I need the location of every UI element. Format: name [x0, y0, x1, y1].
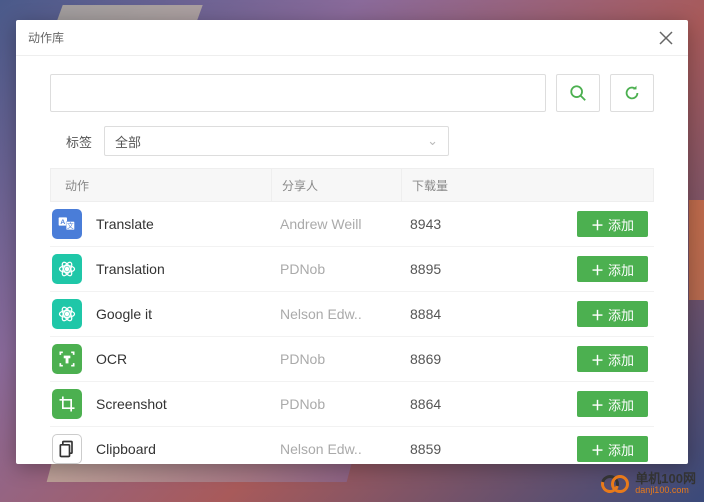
add-button[interactable]: ＋添加 [577, 301, 648, 327]
chevron-down-icon: ⌄ [427, 133, 438, 149]
cell-action: Screenshot [50, 389, 270, 419]
cell-downloads: 8859 [400, 441, 520, 457]
watermark-en: danji100.com [635, 486, 696, 496]
refresh-button[interactable] [610, 74, 654, 112]
action-table: 动作 分享人 下载量 A文 Translate Andrew Weill8943 ＋添… [16, 168, 688, 464]
cell-add: ＋添加 [520, 211, 654, 237]
add-button[interactable]: ＋添加 [577, 436, 648, 462]
add-button[interactable]: ＋添加 [577, 211, 648, 237]
action-name: Translate [96, 216, 154, 232]
cell-sharer: PDNob [270, 396, 400, 412]
header-sharer: 分享人 [271, 169, 401, 201]
tag-select-value: 全部 [115, 132, 141, 151]
add-button[interactable]: ＋添加 [577, 256, 648, 282]
action-icon [52, 299, 82, 329]
cell-action: A文 Translate [50, 209, 270, 239]
action-name: Google it [96, 306, 152, 322]
action-name: Translation [96, 261, 165, 277]
svg-text:文: 文 [67, 221, 74, 230]
cell-downloads: 8864 [400, 396, 520, 412]
header-downloads: 下载量 [401, 169, 521, 201]
close-icon [659, 31, 673, 45]
refresh-icon [623, 84, 641, 102]
cell-add: ＋添加 [520, 301, 654, 327]
plus-icon: ＋ [591, 305, 604, 324]
cell-add: ＋添加 [520, 436, 654, 462]
search-row [16, 56, 688, 126]
action-icon [52, 434, 82, 464]
close-button[interactable] [656, 28, 676, 48]
cell-action: Google it [50, 299, 270, 329]
svg-text:T: T [64, 354, 69, 364]
plus-icon: ＋ [591, 395, 604, 414]
action-icon [52, 254, 82, 284]
cell-add: ＋添加 [520, 256, 654, 282]
action-icon: A文 [52, 209, 82, 239]
tag-select[interactable]: 全部 ⌄ [104, 126, 449, 156]
action-name: OCR [96, 351, 127, 367]
titlebar: 动作库 [16, 20, 688, 56]
cell-downloads: 8895 [400, 261, 520, 277]
cell-sharer: PDNob [270, 261, 400, 277]
plus-icon: ＋ [591, 440, 604, 459]
watermark: 单机100网 danji100.com [601, 472, 696, 496]
table-header: 动作 分享人 下载量 [50, 168, 654, 202]
search-icon [569, 84, 587, 102]
table-row: A文 Translate Andrew Weill8943 ＋添加 [50, 202, 654, 247]
action-library-window: 动作库 标签 全部 ⌄ 动作 分享人 下载量 A文 Translate Andrew… [16, 20, 688, 464]
add-button[interactable]: ＋添加 [577, 391, 648, 417]
cell-downloads: 8869 [400, 351, 520, 367]
cell-add: ＋添加 [520, 391, 654, 417]
watermark-cn: 单机100网 [635, 472, 696, 486]
cell-sharer: Nelson Edw.. [270, 441, 400, 457]
cell-sharer: Nelson Edw.. [270, 306, 400, 322]
table-row: Screenshot PDNob8864 ＋添加 [50, 382, 654, 427]
action-icon [52, 389, 82, 419]
cell-add: ＋添加 [520, 346, 654, 372]
plus-icon: ＋ [591, 260, 604, 279]
action-icon: T [52, 344, 82, 374]
table-row: Google it Nelson Edw..8884 ＋添加 [50, 292, 654, 337]
table-row: T OCR PDNob8869 ＋添加 [50, 337, 654, 382]
search-input[interactable] [50, 74, 546, 112]
cell-action: Translation [50, 254, 270, 284]
cell-downloads: 8884 [400, 306, 520, 322]
search-button[interactable] [556, 74, 600, 112]
add-button[interactable]: ＋添加 [577, 346, 648, 372]
tag-label: 标签 [66, 132, 92, 151]
cell-action: Clipboard [50, 434, 270, 464]
plus-icon: ＋ [591, 215, 604, 234]
action-name: Screenshot [96, 396, 167, 412]
table-body: A文TranslateAndrew Weill8943＋添加Translatio… [50, 202, 654, 464]
plus-icon: ＋ [591, 350, 604, 369]
cell-sharer: PDNob [270, 351, 400, 367]
svg-text:A: A [60, 219, 65, 226]
cell-downloads: 8943 [400, 216, 520, 232]
cell-action: T OCR [50, 344, 270, 374]
table-row: Clipboard Nelson Edw..8859 ＋添加 [50, 427, 654, 464]
tag-filter-row: 标签 全部 ⌄ [16, 126, 688, 168]
action-name: Clipboard [96, 441, 156, 457]
table-row: Translation PDNob8895 ＋添加 [50, 247, 654, 292]
window-title: 动作库 [28, 29, 64, 46]
header-action: 动作 [51, 177, 271, 194]
cell-sharer: Andrew Weill [270, 216, 400, 232]
watermark-logo-icon [601, 473, 629, 495]
